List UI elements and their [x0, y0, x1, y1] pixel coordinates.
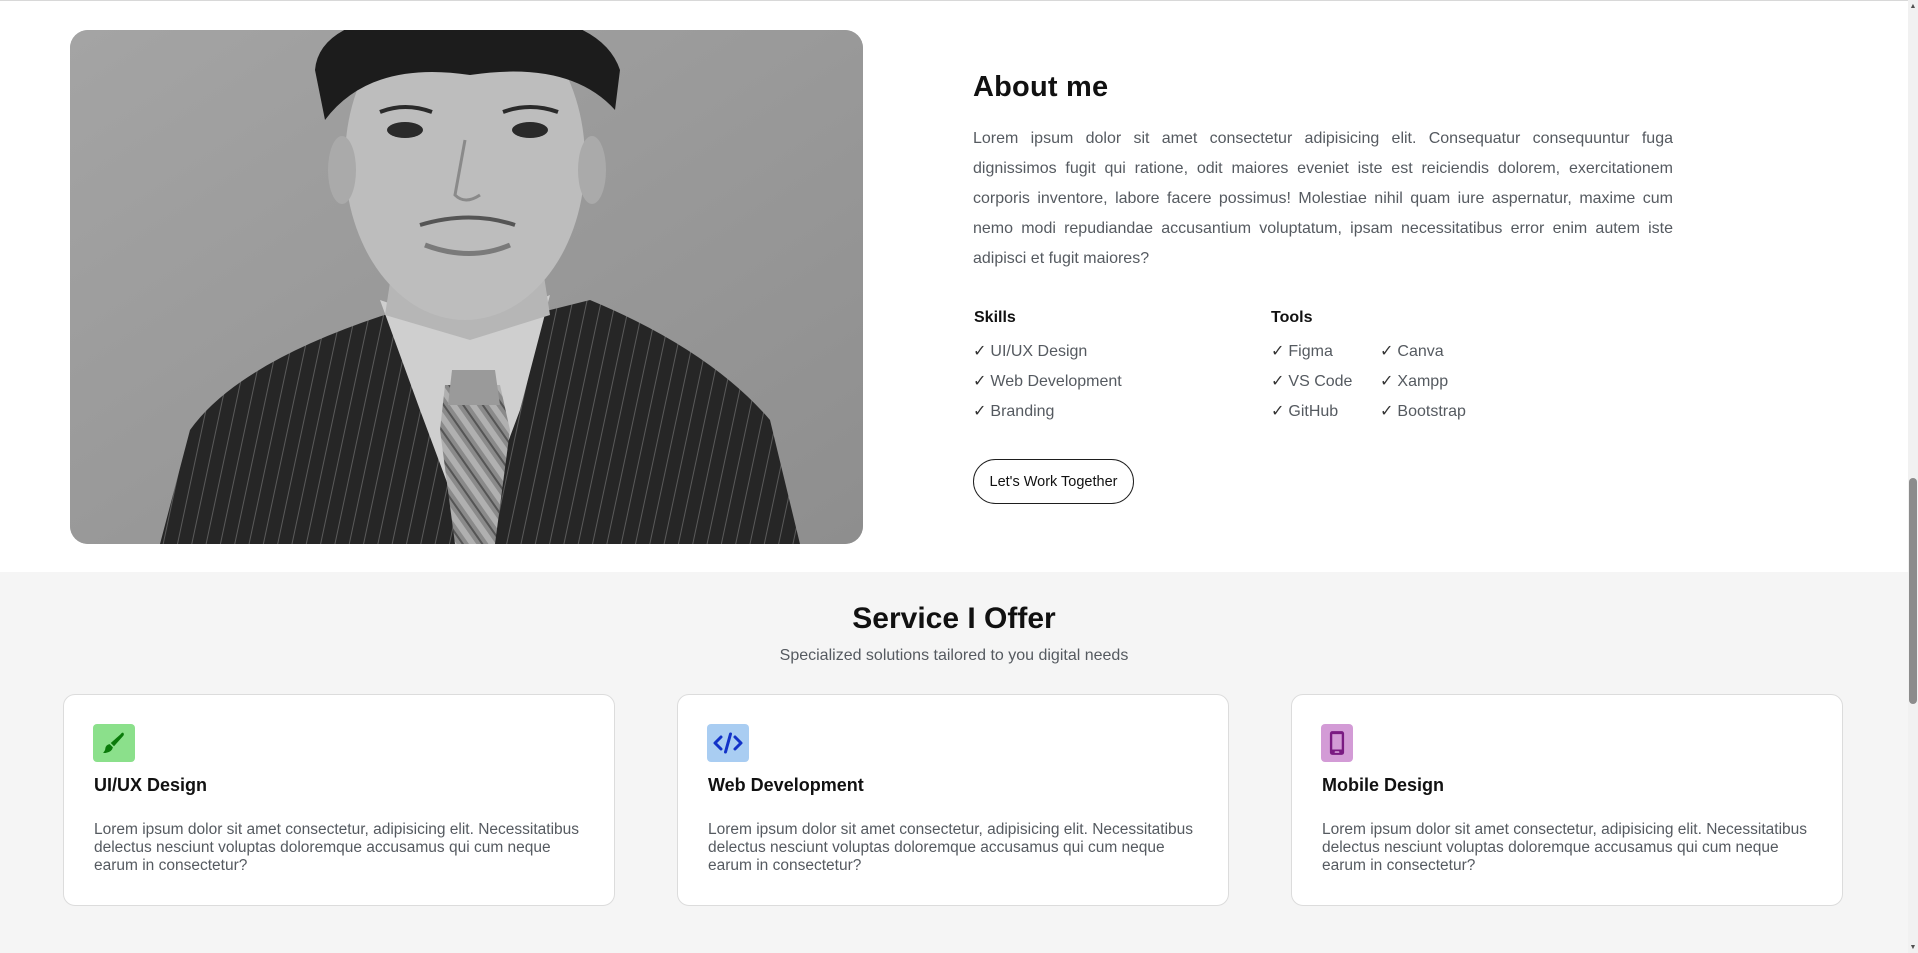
lets-work-together-button[interactable]: Let's Work Together [973, 459, 1134, 504]
mobile-phone-icon [1321, 724, 1353, 762]
about-title: About me [973, 71, 1109, 103]
services-title: Service I Offer [852, 602, 1056, 635]
service-card-mobile: Mobile Design Lorem ipsum dolor sit amet… [1291, 694, 1843, 906]
scroll-up-arrow-icon[interactable]: ▲ [1908, 0, 1918, 12]
list-item: ✓ Xampp [1380, 373, 1449, 390]
vertical-scrollbar[interactable]: ▲ ▼ [1908, 0, 1918, 953]
tools-list-2: ✓ Canva ✓ Xampp ✓ Bootstrap [1380, 337, 1466, 427]
card-title: Web Development [708, 775, 864, 795]
check-icon: ✓ [1380, 403, 1394, 420]
list-item: ✓ Figma [1271, 343, 1333, 360]
card-title: UI/UX Design [94, 775, 208, 795]
code-icon [707, 724, 749, 762]
list-item: ✓ Bootstrap [1380, 403, 1466, 420]
scrollbar-thumb[interactable] [1909, 478, 1917, 704]
about-section: About me Lorem ipsum dolor sit amet cons… [0, 1, 1908, 572]
services-section: Service I Offer Specialized solutions ta… [0, 572, 1908, 953]
skills-list: ✓ UI/UX Design ✓ Web Development ✓ Branding [973, 337, 1122, 427]
service-card-uiux: UI/UX Design Lorem ipsum dolor sit amet … [63, 694, 615, 906]
list-item: ✓ UI/UX Design [973, 343, 1088, 360]
list-item: ✓ Web Development [973, 373, 1122, 390]
card-text: Lorem ipsum dolor sit amet consectetur, … [708, 821, 1194, 874]
list-item: ✓ VS Code [1271, 373, 1353, 390]
services-subtitle: Specialized solutions tailored to you di… [779, 647, 1129, 664]
check-icon: ✓ [973, 343, 987, 360]
card-text: Lorem ipsum dolor sit amet consectetur, … [1322, 821, 1808, 874]
list-item: ✓ GitHub [1271, 403, 1339, 420]
check-icon: ✓ [1271, 403, 1285, 420]
check-icon: ✓ [1380, 373, 1394, 390]
scroll-down-arrow-icon[interactable]: ▼ [1908, 941, 1918, 953]
about-content: About me Lorem ipsum dolor sit amet cons… [973, 71, 1673, 504]
check-icon: ✓ [973, 403, 987, 420]
tools-heading: Tools [1271, 309, 1313, 326]
service-card-web: Web Development Lorem ipsum dolor sit am… [677, 694, 1229, 906]
check-icon: ✓ [1271, 373, 1285, 390]
list-item: ✓ Canva [1380, 343, 1444, 360]
skills-heading: Skills [974, 309, 1016, 326]
check-icon: ✓ [1271, 343, 1285, 360]
portrait-image [70, 30, 863, 544]
check-icon: ✓ [973, 373, 987, 390]
paintbrush-icon [93, 724, 135, 762]
tools-list-1: ✓ Figma ✓ VS Code ✓ GitHub [1271, 337, 1352, 427]
profile-photo [70, 30, 863, 544]
about-description: Lorem ipsum dolor sit amet consectetur a… [973, 130, 1673, 267]
check-icon: ✓ [1380, 343, 1394, 360]
card-title: Mobile Design [1322, 775, 1445, 795]
skills-tools-lists: Skills ✓ UI/UX Design ✓ Web Development ✓ B… [973, 309, 1673, 429]
card-text: Lorem ipsum dolor sit amet consectetur, … [94, 821, 580, 874]
list-item: ✓ Branding [973, 403, 1055, 420]
